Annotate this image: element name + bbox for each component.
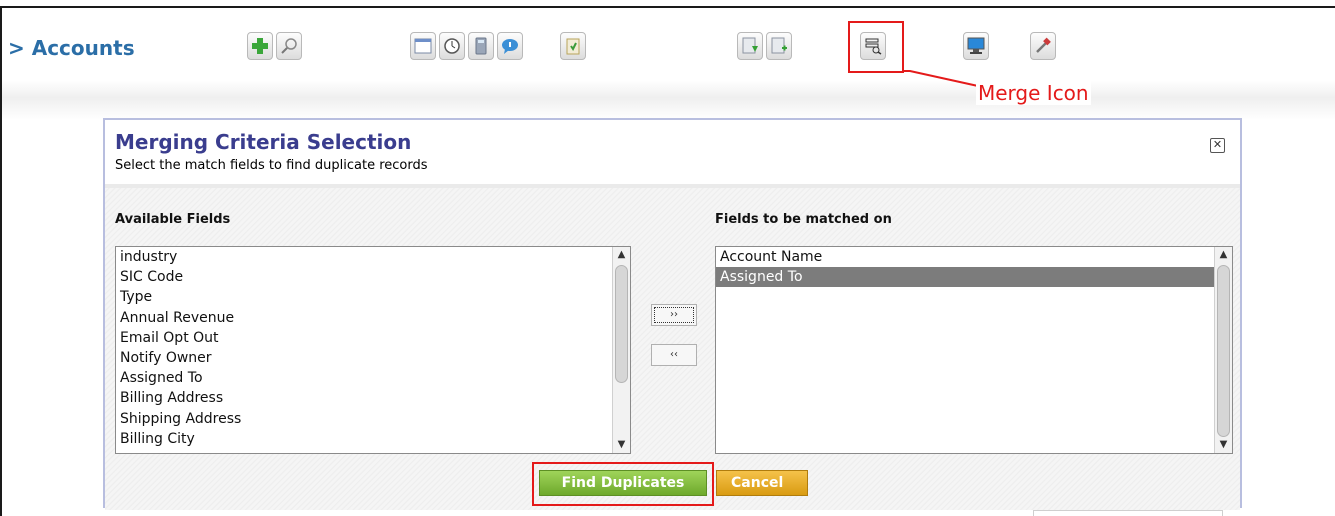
bottom-field-outline (1033, 510, 1223, 516)
matched-fields-items: Account Name Assigned To (716, 247, 1232, 288)
matched-fields-list[interactable]: Account Name Assigned To ▲ ▼ (715, 246, 1233, 454)
dialog-header: Merging Criteria Selection Select the ma… (105, 120, 1240, 184)
available-list-item[interactable]: Notify Owner (116, 348, 630, 368)
matched-list-item[interactable]: Account Name (716, 247, 1232, 267)
available-fields-label: Available Fields (115, 212, 231, 227)
available-list-item[interactable]: Shipping Address (116, 409, 630, 429)
move-left-button[interactable]: ‹‹ (651, 344, 697, 366)
available-list-item[interactable]: Billing Address (116, 388, 630, 408)
scroll-up-icon[interactable]: ▲ (1215, 247, 1232, 263)
scroll-thumb[interactable] (615, 265, 628, 383)
available-fields-list[interactable]: industry SIC Code Type Annual Revenue Email … (115, 246, 631, 454)
scroll-up-icon[interactable]: ▲ (613, 247, 630, 263)
available-list-item[interactable]: Type (116, 287, 630, 307)
scroll-thumb[interactable] (1217, 265, 1230, 437)
available-fields-items: industry SIC Code Type Annual Revenue Email … (116, 247, 630, 449)
matched-list-item[interactable]: Assigned To (716, 267, 1232, 288)
dialog-subtitle: Select the match fields to find duplicat… (115, 158, 428, 173)
available-list-item[interactable]: Annual Revenue (116, 308, 630, 328)
dialog-title: Merging Criteria Selection (115, 130, 412, 154)
scroll-down-icon[interactable]: ▼ (1215, 437, 1232, 453)
merge-callout-line (903, 70, 979, 87)
matched-fields-label: Fields to be matched on (715, 212, 892, 227)
merging-criteria-dialog: Merging Criteria Selection Select the ma… (103, 118, 1242, 510)
available-list-item[interactable]: industry (116, 247, 630, 267)
move-right-button[interactable]: ›› (651, 304, 697, 326)
cancel-button[interactable]: Cancel (716, 470, 808, 496)
available-list-item[interactable]: SIC Code (116, 267, 630, 287)
available-list-item[interactable]: Billing City (116, 429, 630, 449)
close-icon[interactable]: ✕ (1210, 138, 1225, 153)
scroll-down-icon[interactable]: ▼ (613, 437, 630, 453)
available-list-item[interactable]: Assigned To (116, 368, 630, 388)
merge-icon-label: Merge Icon (976, 81, 1091, 105)
matched-list-scrollbar[interactable]: ▲ ▼ (1214, 247, 1232, 453)
find-duplicates-highlight (532, 462, 714, 506)
available-list-item[interactable]: Email Opt Out (116, 328, 630, 348)
available-list-scrollbar[interactable]: ▲ ▼ (612, 247, 630, 453)
